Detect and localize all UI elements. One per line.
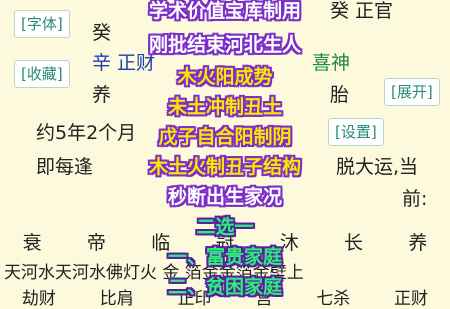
overlay-line-10: 二、贫困家庭 xyxy=(167,276,282,298)
overlay-line-5: 戊子自合阳制阴 xyxy=(158,126,292,148)
overlay-line-6: 木土火制丑子结构 xyxy=(148,156,301,178)
overlay-line-8: 二选一 xyxy=(196,216,254,238)
overlay-line-2: 刚批结束河北生人 xyxy=(148,34,301,56)
overlay-line-3: 木火阳成势 xyxy=(177,66,273,88)
overlay-line-9: 一、富贵家庭 xyxy=(167,246,282,268)
overlay-line-4: 未土冲制丑土 xyxy=(167,96,282,118)
overlay-line-1: 学术价值宝库制用 xyxy=(148,0,301,22)
overlay-line-7: 秒断出生家况 xyxy=(167,186,282,208)
